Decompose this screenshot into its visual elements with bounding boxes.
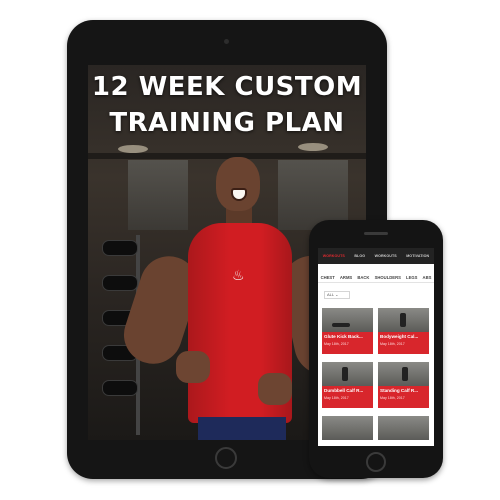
workout-title: Glute Kick Back...: [324, 334, 363, 339]
workout-title: Dumbbell Calf R...: [324, 388, 364, 393]
nav-item-blog[interactable]: BLOG: [354, 254, 365, 258]
workout-thumbnail: [322, 416, 373, 440]
filter-value: ALL: [327, 292, 334, 297]
nav-item-workouts[interactable]: WORKOUTS: [323, 254, 345, 258]
workout-date: May 18th, 2017: [380, 342, 405, 346]
workout-title: Bodyweight Cal...: [380, 334, 419, 339]
phone-device: WORKOUTS BLOG WORKOUTS MOTIVATION CHEST …: [309, 220, 443, 478]
workout-card[interactable]: Glute Kick Back... May 18th, 2017: [322, 308, 373, 356]
workout-card[interactable]: [378, 416, 429, 440]
workout-card[interactable]: Bodyweight Cal... May 18th, 2017: [378, 308, 429, 356]
speaker-icon: [364, 232, 388, 235]
workout-thumbnail: [378, 362, 429, 386]
filter-select[interactable]: ALL ⌄: [324, 291, 350, 299]
workout-date: May 18th, 2017: [380, 396, 405, 400]
nav-item-motivation[interactable]: MOTIVATION: [406, 254, 429, 258]
workout-card[interactable]: Dumbbell Calf R... May 18th, 2017: [322, 362, 373, 410]
phone-home-button[interactable]: [366, 452, 386, 472]
phone-screen: WORKOUTS BLOG WORKOUTS MOTIVATION CHEST …: [318, 248, 434, 446]
flame-logo-icon: ♨: [232, 267, 245, 283]
ceiling-light: [118, 145, 148, 153]
top-nav: WORKOUTS BLOG WORKOUTS MOTIVATION: [318, 248, 434, 264]
ceiling-light: [298, 143, 328, 151]
page-title-line-1: 12 WEEK CUSTOM: [91, 72, 363, 102]
page-title-line-2: TRAINING PLAN: [109, 108, 345, 138]
home-button[interactable]: [215, 447, 237, 469]
workout-card[interactable]: Standing Calf R... May 18th, 2017: [378, 362, 429, 410]
category-tabs: CHEST ARMS BACK SHOULDERS LEGS ABS: [318, 272, 434, 283]
workout-thumbnail: [378, 308, 429, 332]
tab-arms[interactable]: ARMS: [340, 275, 352, 280]
workout-thumbnail: [378, 416, 429, 440]
athlete-photo: ♨: [116, 155, 362, 440]
tab-legs[interactable]: LEGS: [406, 275, 417, 280]
tab-abs[interactable]: ABS: [423, 275, 432, 280]
workout-date: May 18th, 2017: [324, 342, 349, 346]
workout-thumbnail: [322, 362, 373, 386]
tab-back[interactable]: BACK: [357, 275, 369, 280]
camera-icon: [224, 39, 229, 44]
workout-card[interactable]: [322, 416, 373, 440]
tab-shoulders[interactable]: SHOULDERS: [375, 275, 401, 280]
tab-chest[interactable]: CHEST: [321, 275, 335, 280]
workout-title: Standing Calf R...: [380, 388, 419, 393]
nav-item-workouts-2[interactable]: WORKOUTS: [375, 254, 397, 258]
workout-date: May 18th, 2017: [324, 396, 349, 400]
workout-thumbnail: [322, 308, 373, 332]
